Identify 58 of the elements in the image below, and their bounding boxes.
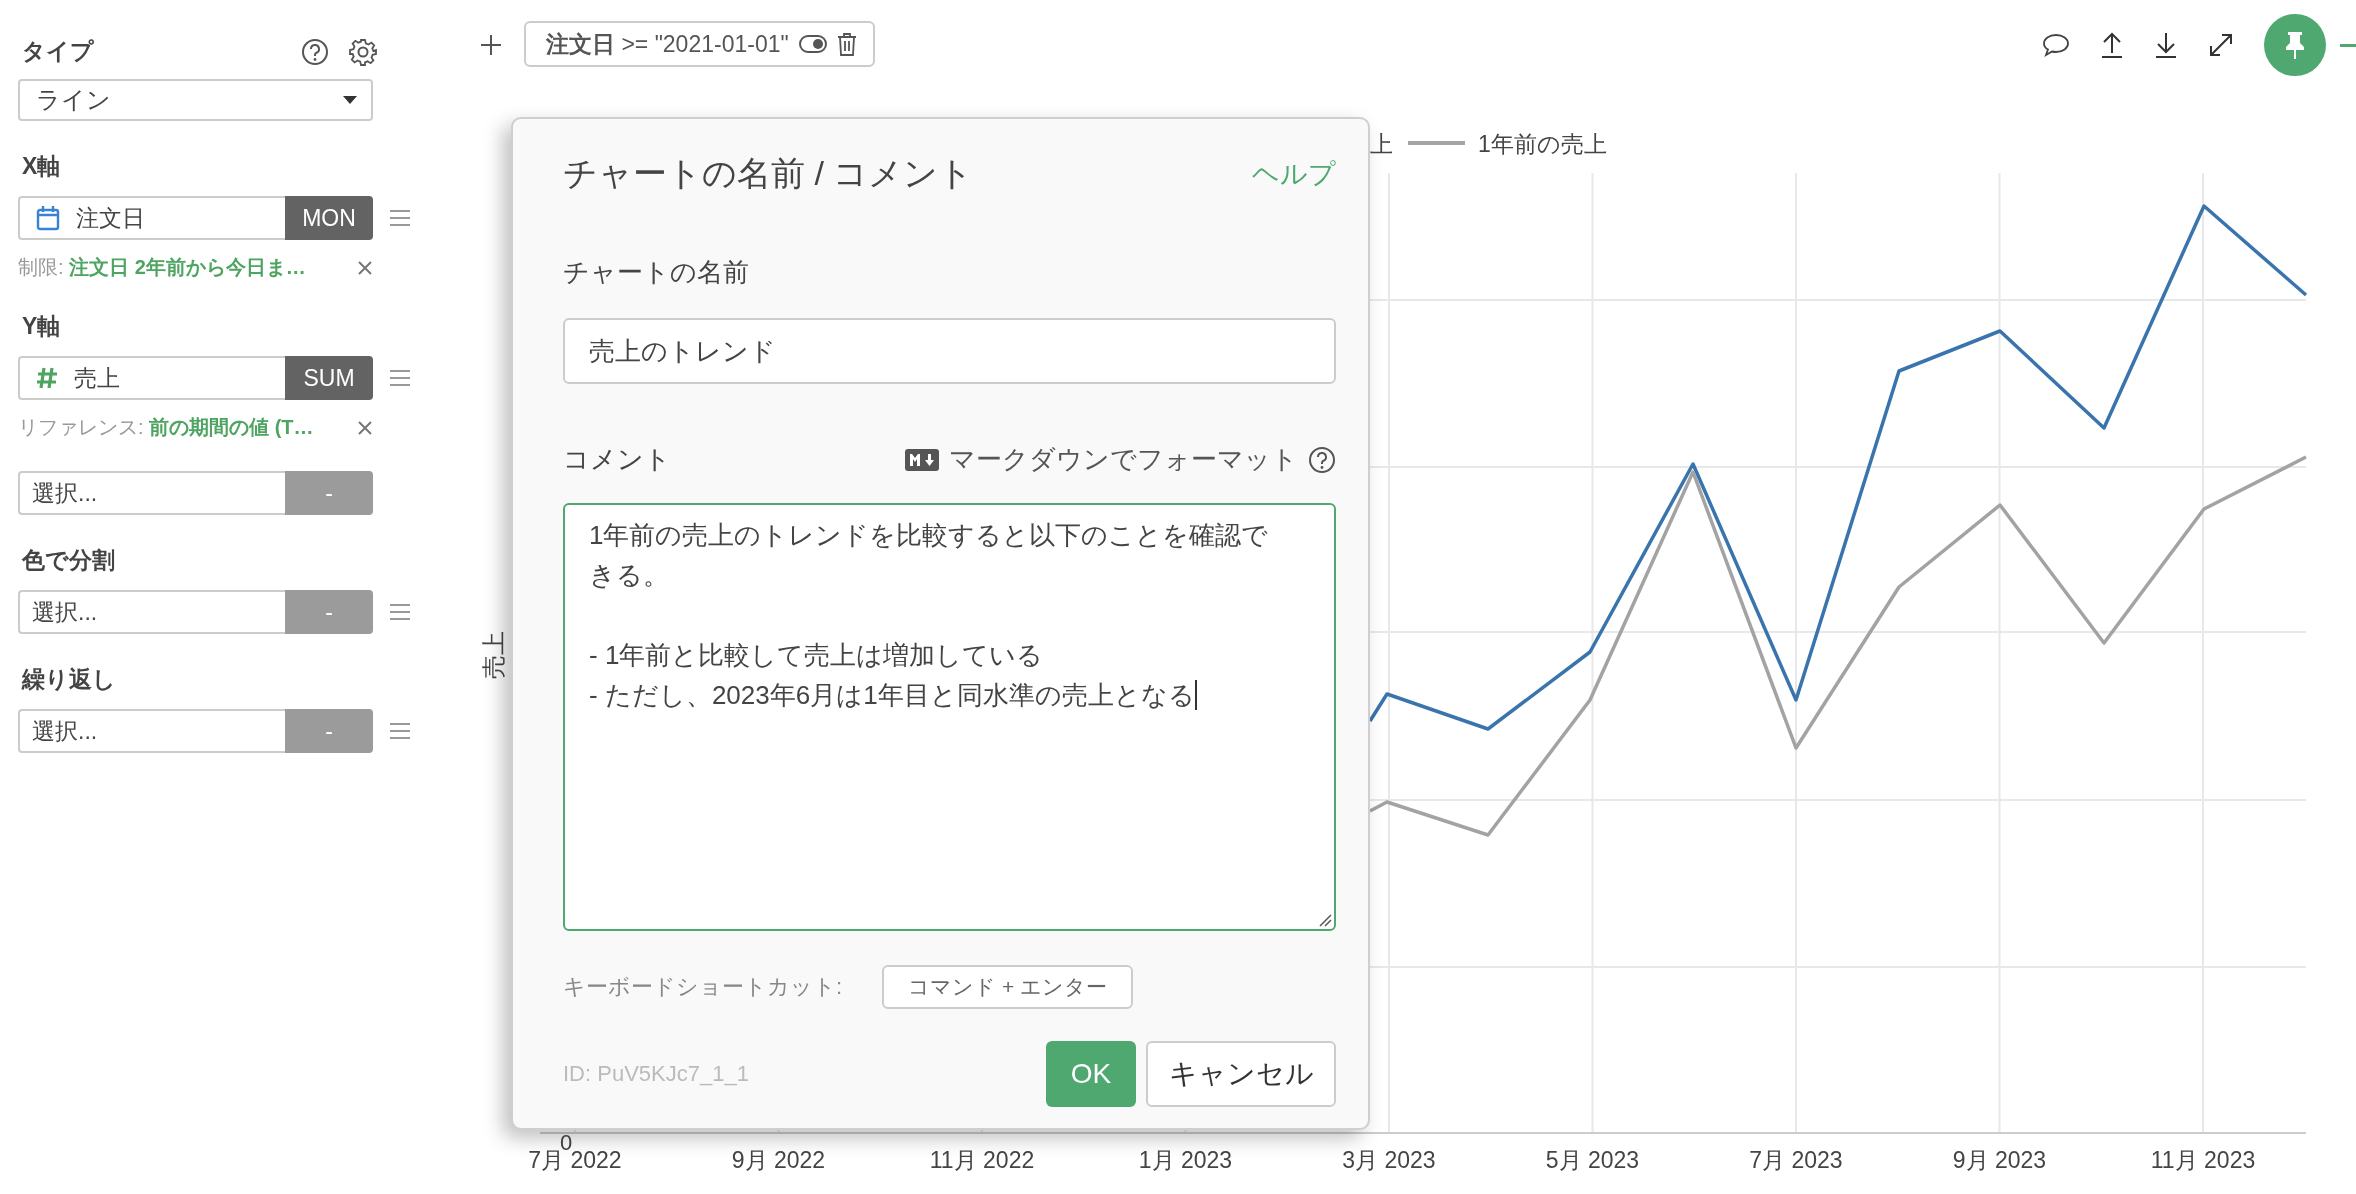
help-icon[interactable] (1308, 445, 1336, 474)
markdown-icon (905, 448, 939, 471)
filter-chip[interactable]: 注文日 >= "2021-01-01" (524, 21, 875, 67)
section-heading: 色で分割 (22, 546, 116, 575)
section-heading: タイプ (22, 37, 95, 66)
field-selector[interactable]: 売上 (18, 356, 285, 400)
close-icon[interactable] (357, 259, 373, 276)
markdown-label: マークダウンでフォーマット (949, 443, 1298, 476)
filter-text: 注文日 >= "2021-01-01" (546, 29, 789, 59)
section-heading: 繰り返し (22, 665, 117, 694)
drag-handle-icon[interactable] (389, 209, 411, 227)
legend-label: 上 (1370, 131, 1393, 157)
y-axis-title: 売上 (480, 631, 507, 679)
chart-id: ID: PuV5KJc7_1_1 (563, 1061, 750, 1087)
section-heading: X軸 (22, 152, 62, 181)
aggregation-button[interactable]: MON (285, 196, 373, 240)
x-axis-label: 9月 2022 (731, 1147, 826, 1173)
x-axis-label: 11月 2022 (929, 1147, 1035, 1173)
drag-handle-icon[interactable] (389, 369, 411, 387)
comment-field[interactable]: 1年前の売上のトレンドを比較すると以下のことを確認できる。 - 1年前と比較して売上は増加している - ただし、2023年6月は1年目と同水準の売上となる (563, 503, 1336, 931)
drag-handle-icon[interactable] (389, 722, 411, 740)
help-icon[interactable] (301, 37, 329, 66)
settings-icon[interactable] (349, 37, 377, 66)
dialog-title: チャートの名前 / コメント (563, 153, 974, 194)
close-icon[interactable] (357, 419, 373, 436)
shortcut-key: コマンド + エンター (882, 965, 1134, 1009)
x-axis-label: 7月 2023 (1749, 1147, 1843, 1173)
upload-icon[interactable] (2100, 31, 2124, 59)
shortcut-label: キーボードショートカット: (563, 973, 843, 1001)
download-icon[interactable] (2154, 31, 2178, 59)
pin-icon (2283, 30, 2307, 60)
cancel-button[interactable]: キャンセル (1146, 1041, 1336, 1107)
calendar-icon (36, 205, 60, 231)
hash-icon (36, 366, 58, 390)
x-axis-label: 3月 2023 (1342, 1147, 1436, 1173)
add-icon[interactable] (480, 34, 502, 56)
toggle-icon[interactable] (798, 35, 827, 53)
resize-grip-icon[interactable] (1318, 913, 1332, 927)
field-selector[interactable]: 選択... (18, 590, 285, 634)
legend-label: 1年前の売上 (1478, 131, 1607, 157)
x-axis-label: 5月 2023 (1545, 1147, 1640, 1173)
x-axis-label: 1月 2023 (1138, 1147, 1233, 1173)
field-selector[interactable]: 選択... (18, 709, 285, 753)
field-selector[interactable]: 選択... (18, 471, 285, 515)
x-axis-label: 11月 2023 (2150, 1147, 2256, 1173)
field-label: コメント (563, 443, 671, 476)
field-label: チャートの名前 (563, 256, 750, 289)
chart-type-dropdown[interactable]: ライン (18, 79, 373, 121)
comment-icon[interactable] (2042, 32, 2070, 58)
drag-handle-icon[interactable] (389, 603, 411, 621)
aggregation-button[interactable]: SUM (285, 356, 373, 400)
trash-icon[interactable] (836, 32, 857, 56)
x-axis-label: 9月 2023 (1952, 1147, 2047, 1173)
expand-icon[interactable] (2208, 32, 2234, 58)
section-heading: Y軸 (22, 312, 62, 341)
chart-name-field[interactable]: 売上のトレンド (563, 318, 1336, 384)
field-selector[interactable]: 注文日 (18, 196, 285, 240)
dropdown-caret-icon (343, 96, 357, 104)
